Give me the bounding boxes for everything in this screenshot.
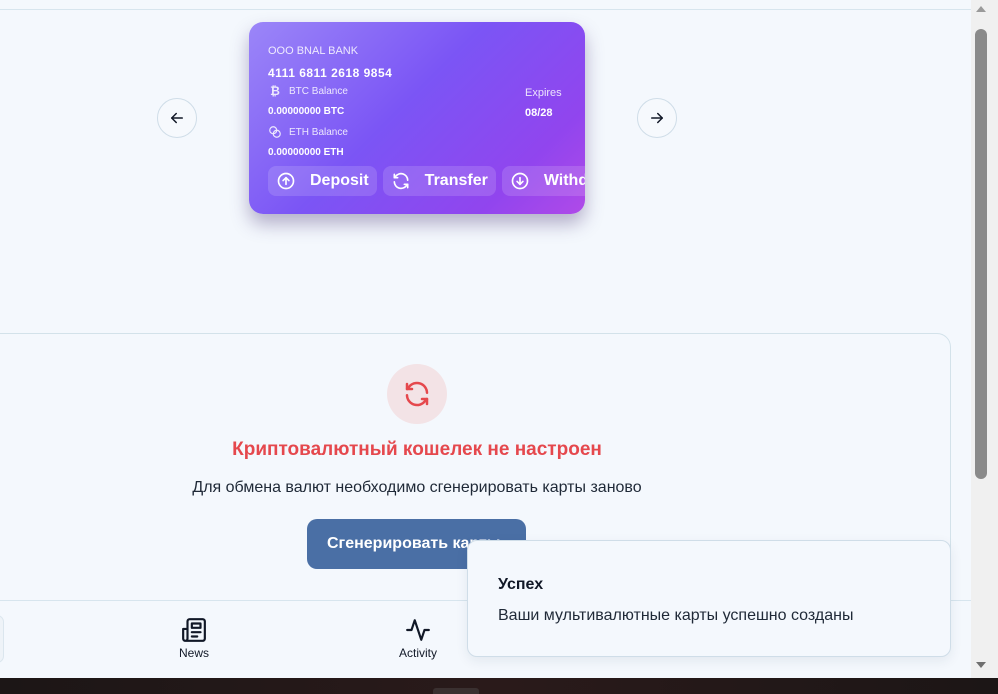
arrow-down-circle-icon	[511, 172, 529, 190]
arrow-up-circle-icon	[277, 172, 295, 190]
eth-balance-value: 0.00000000 ETH	[268, 147, 344, 158]
eth-balance-label-row: ETH Balance	[268, 125, 348, 139]
withdraw-label: Withd	[543, 172, 585, 189]
deposit-button[interactable]: Deposit	[268, 166, 377, 196]
btc-balance-label-row: ₿ BTC Balance	[268, 84, 348, 98]
scroll-down-arrow-icon[interactable]	[974, 660, 988, 670]
expires-label: Expires	[525, 87, 562, 99]
refresh-icon	[393, 172, 409, 190]
btc-balance-value: 0.00000000 BTC	[268, 106, 345, 117]
page: OOO BNAL BANK 4111 6811 2618 9854 ₿ BTC …	[0, 0, 971, 678]
nav-item-activity[interactable]: Activity	[378, 617, 458, 660]
divider	[0, 9, 971, 10]
card-actions: Deposit Transfer Withd	[268, 166, 585, 196]
bitcoin-icon: ₿	[270, 84, 280, 98]
deposit-label: Deposit	[310, 172, 369, 189]
wallet-error-message: Для обмена валют необходимо сгенерироват…	[192, 479, 642, 496]
card-bank-name: OOO BNAL BANK	[268, 45, 359, 57]
arrow-right-icon	[651, 112, 663, 124]
card-number: 4111 6811 2618 9854	[268, 66, 393, 80]
transfer-label: Transfer	[424, 172, 488, 189]
eth-balance-label: ETH Balance	[289, 126, 348, 138]
nav-item-news[interactable]: News	[154, 617, 234, 660]
taskbar-item[interactable]	[433, 688, 479, 694]
nav-item-activity-label: Activity	[398, 646, 437, 660]
coins-icon	[269, 126, 281, 138]
bottom-nav-item-partial[interactable]	[0, 615, 4, 663]
arrow-left-icon	[171, 112, 183, 124]
error-icon-container	[387, 364, 447, 424]
toast-title: Успех	[498, 576, 544, 593]
btc-balance-label: BTC Balance	[289, 85, 348, 97]
activity-icon	[406, 619, 430, 641]
prev-card-button[interactable]	[157, 98, 197, 138]
transfer-button[interactable]: Transfer	[382, 166, 496, 196]
nav-item-news-label: News	[178, 646, 209, 660]
taskbar	[0, 678, 998, 694]
scroll-up-arrow-icon[interactable]	[974, 4, 988, 14]
refresh-icon	[405, 381, 429, 407]
scrollbar-thumb[interactable]	[975, 29, 987, 479]
crypto-card[interactable]: OOO BNAL BANK 4111 6811 2618 9854 ₿ BTC …	[249, 22, 585, 214]
next-card-button[interactable]	[637, 98, 677, 138]
withdraw-button[interactable]: Withd	[501, 166, 585, 196]
success-toast[interactable]: Успех Ваши мультивалютные карты успешно …	[467, 540, 951, 657]
toast-message: Ваши мультивалютные карты успешно создан…	[498, 607, 854, 624]
newspaper-icon	[182, 618, 206, 642]
expires-value: 08/28	[525, 107, 553, 119]
wallet-error-title: Криптовалютный кошелек не настроен	[232, 439, 602, 460]
